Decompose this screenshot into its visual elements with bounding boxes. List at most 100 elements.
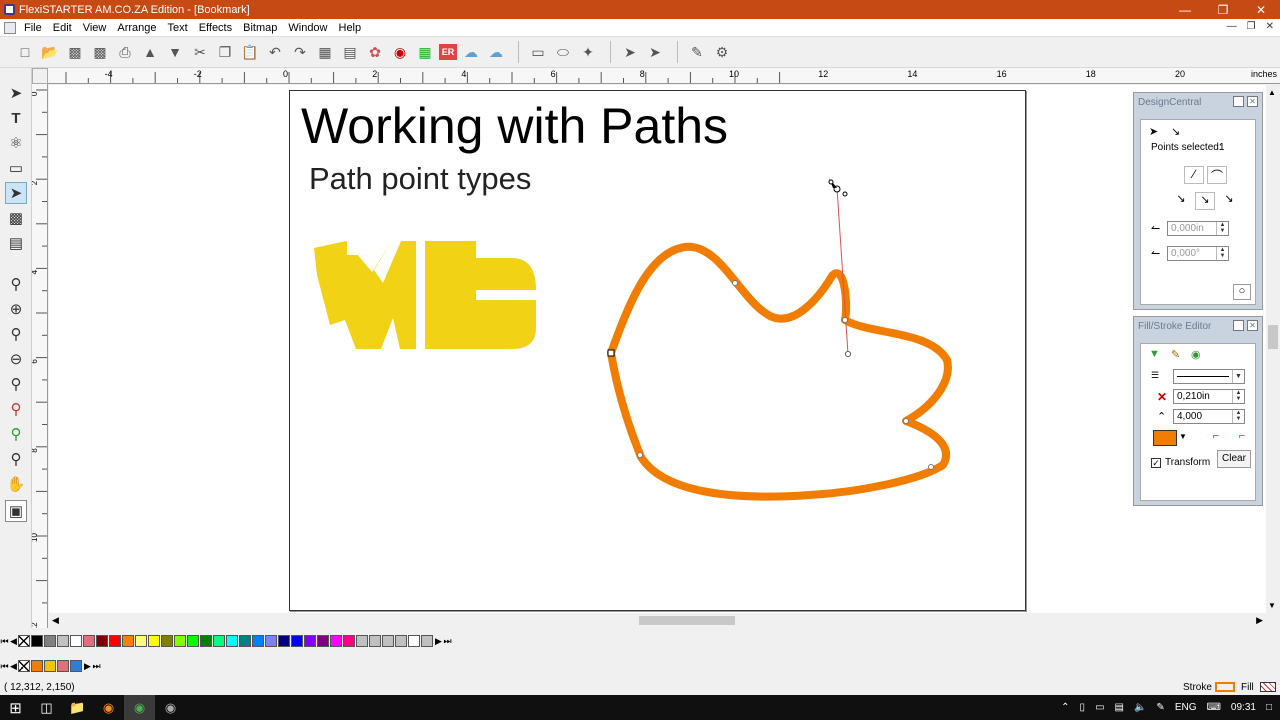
menu-help[interactable]: Help [335,22,369,34]
panel-minimize-button[interactable] [1233,320,1244,331]
send-icon[interactable]: ▼ [164,41,186,63]
scroll-up-icon[interactable]: ▲ [1268,88,1276,97]
node-edit-icon[interactable]: ➤ [644,41,666,63]
line-segment-icon[interactable]: ∕ [1184,166,1204,184]
fill-status-swatch[interactable] [1260,682,1276,692]
palette-nav-left[interactable]: ⏮ [0,636,9,647]
clear-button[interactable]: Clear [1217,450,1251,468]
angle-spinner[interactable]: ▲ ▼ [1216,247,1228,260]
zoom-in-icon[interactable]: ⊕ [5,298,27,320]
cut-vinyl-icon[interactable]: ▲ [139,41,161,63]
page-subheading[interactable]: Path point types [309,161,531,197]
doc-minimize-button[interactable]: — [1227,21,1237,32]
pen-icon[interactable]: ✦ [577,41,599,63]
doc-restore-button[interactable]: ❐ [1247,21,1256,32]
usb-icon[interactable]: ▯ [1080,702,1086,713]
pen-workspace-icon[interactable]: ✎ [1156,702,1164,713]
doc-palette-nav-right[interactable]: ▶ [83,661,92,672]
horizontal-scrollbar[interactable]: ◀ ▶ [49,613,1266,628]
palette-swatch[interactable] [109,635,121,647]
ellipse-icon[interactable]: ⬭ [552,41,574,63]
no-color-swatch[interactable] [18,635,30,647]
rectangle-icon[interactable]: ▭ [527,41,549,63]
menu-window[interactable]: Window [284,22,334,34]
palette-nav-right[interactable]: ▶ [434,636,443,647]
palette-swatch[interactable] [135,635,147,647]
cloud-icon[interactable]: ☁ [460,41,482,63]
measure-tool-icon[interactable]: ▤ [5,232,27,254]
palette-swatch[interactable] [317,635,329,647]
palette-swatch[interactable] [239,635,251,647]
color-palette-icon[interactable]: ▦ [414,41,436,63]
palette-swatch[interactable] [226,635,238,647]
cap-style-icon[interactable]: ⌐ [1207,430,1225,446]
maximize-button[interactable]: ❐ [1204,0,1242,19]
color-wheel-icon[interactable]: ✿ [364,41,386,63]
palette-swatch[interactable] [200,635,212,647]
palette-nav-right[interactable]: ⏭ [443,636,452,647]
zoom-all-icon[interactable]: ⚲ [5,423,27,445]
stroke-tab-icon[interactable]: ✎ [1171,348,1180,361]
chevron-down-icon[interactable]: ▼ [1179,432,1187,441]
palette-swatch[interactable] [369,635,381,647]
menu-edit[interactable]: Edit [49,22,79,34]
miter-spinner[interactable]: ▲ ▼ [1232,410,1244,423]
menu-text[interactable]: Text [164,22,195,34]
minimize-button[interactable]: — [1166,0,1204,19]
horizontal-ruler[interactable]: -4 -2 0 2 4 6 8 10 12 14 16 18 20 inches [48,68,1280,84]
palette-swatch[interactable] [174,635,186,647]
stroke-width-field[interactable]: 0,210in ▲ ▼ [1173,389,1245,404]
doc-palette-nav-left[interactable]: ◀ [9,661,18,672]
weed-icon[interactable]: ⚙ [711,41,733,63]
fill-tab-icon[interactable]: ▼ [1149,348,1160,360]
color-box-icon[interactable]: ▣ [5,500,27,522]
print-icon[interactable]: ⎙ [114,41,136,63]
effects-tab-icon[interactable]: ◉ [1191,348,1201,361]
chevron-up-icon[interactable]: ⌃ [1061,702,1069,713]
palette-swatch[interactable] [44,635,56,647]
cut-icon[interactable]: ✂ [189,41,211,63]
panel-close-button[interactable]: ✕ [1247,96,1258,107]
scroll-right-icon[interactable]: ▶ [1256,615,1263,626]
page-heading[interactable]: Working with Paths [301,97,728,155]
palette-swatch[interactable] [291,635,303,647]
curve-segment-icon[interactable]: ⌒ [1207,166,1227,184]
firefox-icon[interactable]: ◉ [93,695,124,720]
palette-swatch[interactable] [57,635,69,647]
palette-swatch[interactable] [265,635,277,647]
stroke-color-swatch[interactable] [1153,430,1177,446]
open-icon[interactable]: 📂 [39,41,61,63]
scroll-down-icon[interactable]: ▼ [1268,601,1276,610]
miter-field[interactable]: 4,000 ▲ ▼ [1173,409,1245,424]
task-view-icon[interactable]: ◫ [31,695,62,720]
file-explorer-icon[interactable]: 📁 [62,695,93,720]
zoom-box-icon[interactable]: ⚲ [5,323,27,345]
panel-minimize-button[interactable] [1233,96,1244,107]
align-icon[interactable]: ▦ [314,41,336,63]
smooth-point-icon[interactable]: ↘ [1195,192,1215,210]
shape-tool-icon[interactable]: ⚛ [5,132,27,154]
keyboard-icon[interactable]: ⌨ [1206,702,1220,713]
language-indicator[interactable]: ENG [1175,702,1197,713]
document-color-swatch[interactable] [44,660,56,672]
battery-icon[interactable]: ▭ [1095,702,1104,713]
document-color-swatch[interactable] [31,660,43,672]
select-icon[interactable]: ➤ [619,41,641,63]
palette-swatch[interactable] [278,635,290,647]
palette-swatch[interactable] [343,635,355,647]
select-tool-icon[interactable]: ➤ [5,82,27,104]
palette-swatch[interactable] [213,635,225,647]
palette-swatch[interactable] [421,635,433,647]
horizontal-scroll-thumb[interactable] [639,616,735,625]
palette-swatch[interactable] [304,635,316,647]
palette-swatch[interactable] [408,635,420,647]
no-color-swatch[interactable] [18,660,30,672]
paste-icon[interactable]: 📋 [239,41,261,63]
vertical-scroll-thumb[interactable] [1268,325,1278,349]
palette-swatch[interactable] [161,635,173,647]
layers-icon[interactable]: ▤ [339,41,361,63]
circle-option-icon[interactable]: ○ [1233,284,1251,300]
length-spinner[interactable]: ▲ ▼ [1216,222,1228,235]
stroke-width-spinner[interactable]: ▲ ▼ [1232,390,1244,403]
cloud-upload-icon[interactable]: ☁ [485,41,507,63]
